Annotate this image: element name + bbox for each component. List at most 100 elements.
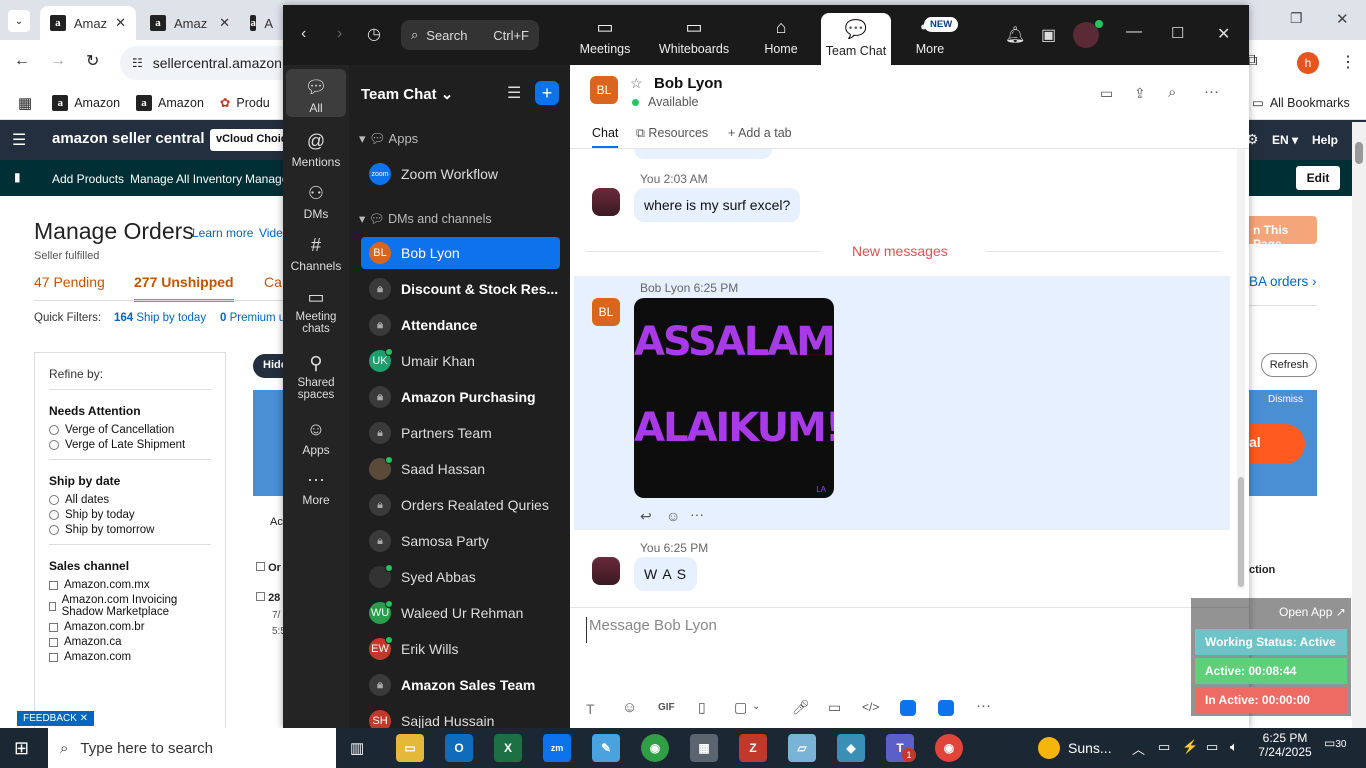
language-selector[interactable]: EN ▾	[1272, 133, 1298, 147]
rail-meeting-chats[interactable]: ▭ Meeting chats	[283, 287, 349, 335]
list-item-channel[interactable]: 🔒︎ Attendance	[361, 309, 560, 341]
sender-avatar[interactable]: BL	[592, 298, 620, 326]
microphone-icon[interactable]: 🎤︎	[792, 699, 810, 716]
rail-all[interactable]: 💬︎ All	[286, 69, 346, 117]
chat-options-icon[interactable]: ···	[1204, 83, 1219, 100]
screenshot-dropdown-icon[interactable]: ⌄	[752, 701, 760, 712]
rail-mentions[interactable]: @ Mentions	[283, 131, 349, 169]
tab-canceled[interactable]: Ca	[264, 274, 282, 290]
hamburger-icon[interactable]: ☰	[12, 130, 26, 150]
browser-tab-1[interactable]: a Amaz ✕	[40, 6, 136, 40]
scrollbar-thumb[interactable]	[1355, 142, 1363, 164]
fba-orders-link[interactable]: BA orders ›	[1249, 274, 1317, 289]
option-channel-br[interactable]: Amazon.com.br	[49, 621, 211, 633]
contact-avatar[interactable]: BL	[590, 76, 618, 104]
tab-chat[interactable]: Chat	[592, 126, 619, 148]
nav-meetings[interactable]: ▭ Meetings	[579, 17, 631, 56]
tab-resources[interactable]: ⧉ Resources	[636, 126, 708, 141]
task-view-icon[interactable]: ▥	[350, 739, 364, 757]
apps-section-header[interactable]: ▾ 💬︎ Apps	[359, 131, 418, 147]
refresh-button[interactable]: Refresh	[1261, 353, 1317, 377]
tray-chevron-icon[interactable]: ︿	[1132, 739, 1145, 758]
restore-icon[interactable]: ❐	[1290, 10, 1303, 27]
compose-input[interactable]: Message Bob Lyon	[586, 617, 1166, 643]
rail-shared-spaces[interactable]: ⚲ Shared spaces	[283, 353, 349, 401]
notes-icon[interactable]: ▱	[788, 734, 816, 762]
nav-manage[interactable]: Manage	[245, 172, 288, 186]
all-bookmarks[interactable]: ▭ All Bookmarks	[1252, 95, 1350, 111]
list-item-channel[interactable]: WU Waleed Ur Rehman	[361, 597, 560, 629]
option-ship-tomorrow[interactable]: Ship by tomorrow	[49, 524, 211, 536]
notifications-icon[interactable]: ▭30	[1324, 736, 1346, 750]
browser-tab-2[interactable]: a Amaz ✕	[140, 6, 240, 40]
app-integration-2-icon[interactable]	[938, 700, 954, 716]
apps-grid-icon[interactable]: ▦	[18, 94, 32, 112]
tab-unshipped[interactable]: 277 Unshipped	[134, 274, 234, 302]
paint-icon[interactable]: ✎	[592, 734, 620, 762]
learn-more-link[interactable]: Learn more	[192, 226, 253, 240]
excel-icon[interactable]: X	[494, 734, 522, 762]
radio-icon[interactable]	[49, 425, 59, 435]
rail-channels[interactable]: # Channels	[283, 235, 349, 273]
history-icon[interactable]: ◷	[367, 24, 381, 44]
list-item-channel[interactable]: 🔒︎ Amazon Sales Team	[361, 669, 560, 701]
message-more-icon[interactable]: ···	[690, 506, 704, 522]
seller-central-logo[interactable]: amazon seller central	[52, 130, 205, 147]
clock[interactable]: 6:25 PM 7/24/2025	[1256, 731, 1314, 759]
option-verge-cancellation[interactable]: Verge of Cancellation	[49, 424, 211, 436]
forward-icon[interactable]: ›	[337, 25, 342, 43]
windows-start-icon[interactable]: ⊞	[14, 738, 29, 759]
message-bubble[interactable]: W A S	[634, 557, 698, 591]
option-channel-com[interactable]: Amazon.com	[49, 651, 211, 663]
rail-more[interactable]: ··· More	[283, 469, 349, 507]
radio-icon[interactable]	[49, 510, 59, 520]
sticker-image[interactable]: ASSALAMU ALAIKUM! LA	[634, 298, 834, 498]
banner-cta-button[interactable]: al	[1249, 424, 1305, 464]
nav-home[interactable]: ⌂ Home	[761, 17, 801, 56]
video-link[interactable]: Vide	[259, 226, 283, 240]
option-channel-invoicing[interactable]: Amazon.com Invoicing Shadow Marketplace	[49, 594, 211, 618]
checkbox-icon[interactable]	[256, 592, 265, 601]
close-window-icon[interactable]: ✕	[1336, 10, 1349, 28]
list-item-channel[interactable]: 🔒︎ Amazon Purchasing	[361, 381, 560, 413]
video-message-icon[interactable]: ▭	[828, 699, 841, 716]
format-text-icon[interactable]: T	[586, 701, 595, 717]
reload-icon[interactable]: ↻	[86, 51, 99, 71]
contact-name[interactable]: Bob Lyon	[654, 75, 723, 92]
option-channel-ca[interactable]: Amazon.ca	[49, 636, 211, 648]
option-channel-mx[interactable]: Amazon.com.mx	[49, 579, 211, 591]
list-item-channel[interactable]: Syed Abbas	[361, 561, 560, 593]
list-item-channel[interactable]: 🔒︎ Partners Team	[361, 417, 560, 449]
file-icon[interactable]: ▯	[698, 699, 706, 716]
tray-wifi-icon[interactable]: ▭	[1206, 739, 1218, 755]
weather-text[interactable]: Suns...	[1068, 740, 1112, 756]
add-reaction-icon[interactable]: ☺	[666, 508, 680, 524]
dismiss-link[interactable]: Dismiss	[1268, 394, 1303, 405]
list-item-channel[interactable]: UK Umair Khan	[361, 345, 560, 377]
bookmark-amazon-2[interactable]: a Amazon	[136, 94, 204, 111]
filter-icon[interactable]: ☰	[507, 83, 521, 103]
nav-team-chat[interactable]: 💬 Team Chat	[821, 13, 891, 65]
gif-icon[interactable]: GIF	[658, 702, 675, 713]
zoom-search-box[interactable]: ⌕ Search Ctrl+F	[401, 20, 539, 50]
quick-filter-ship-today[interactable]: 164 Ship by today	[114, 312, 206, 324]
reply-icon[interactable]: ↩	[640, 508, 652, 525]
bookmark-amazon-1[interactable]: a Amazon	[52, 94, 120, 111]
screenshot-icon[interactable]: ▢	[734, 699, 747, 716]
tray-network-icon[interactable]: ▭	[1158, 739, 1170, 755]
close-tab-icon[interactable]: ✕	[115, 15, 126, 31]
weather-sun-icon[interactable]	[1038, 737, 1060, 759]
radio-icon[interactable]	[49, 495, 59, 505]
close-tab-icon[interactable]: ✕	[219, 15, 230, 31]
store-selector[interactable]: vCloud Choic	[210, 129, 290, 151]
search-chat-icon[interactable]: ⌕	[1168, 84, 1176, 101]
list-item-channel[interactable]: Saad Hassan	[361, 453, 560, 485]
minimize-icon[interactable]: —	[1126, 23, 1142, 41]
chat-scrollbar-thumb[interactable]	[1238, 477, 1244, 587]
taskbar-search[interactable]: ⌕ Type here to search	[48, 728, 336, 768]
code-icon[interactable]: </>	[862, 700, 879, 714]
edit-nav-button[interactable]: Edit	[1296, 166, 1340, 190]
hide-filters-button[interactable]: Hide	[253, 354, 283, 378]
share-screen-icon[interactable]: ⇪	[1134, 85, 1146, 102]
list-item-channel[interactable]: BL Bob Lyon	[361, 237, 560, 269]
